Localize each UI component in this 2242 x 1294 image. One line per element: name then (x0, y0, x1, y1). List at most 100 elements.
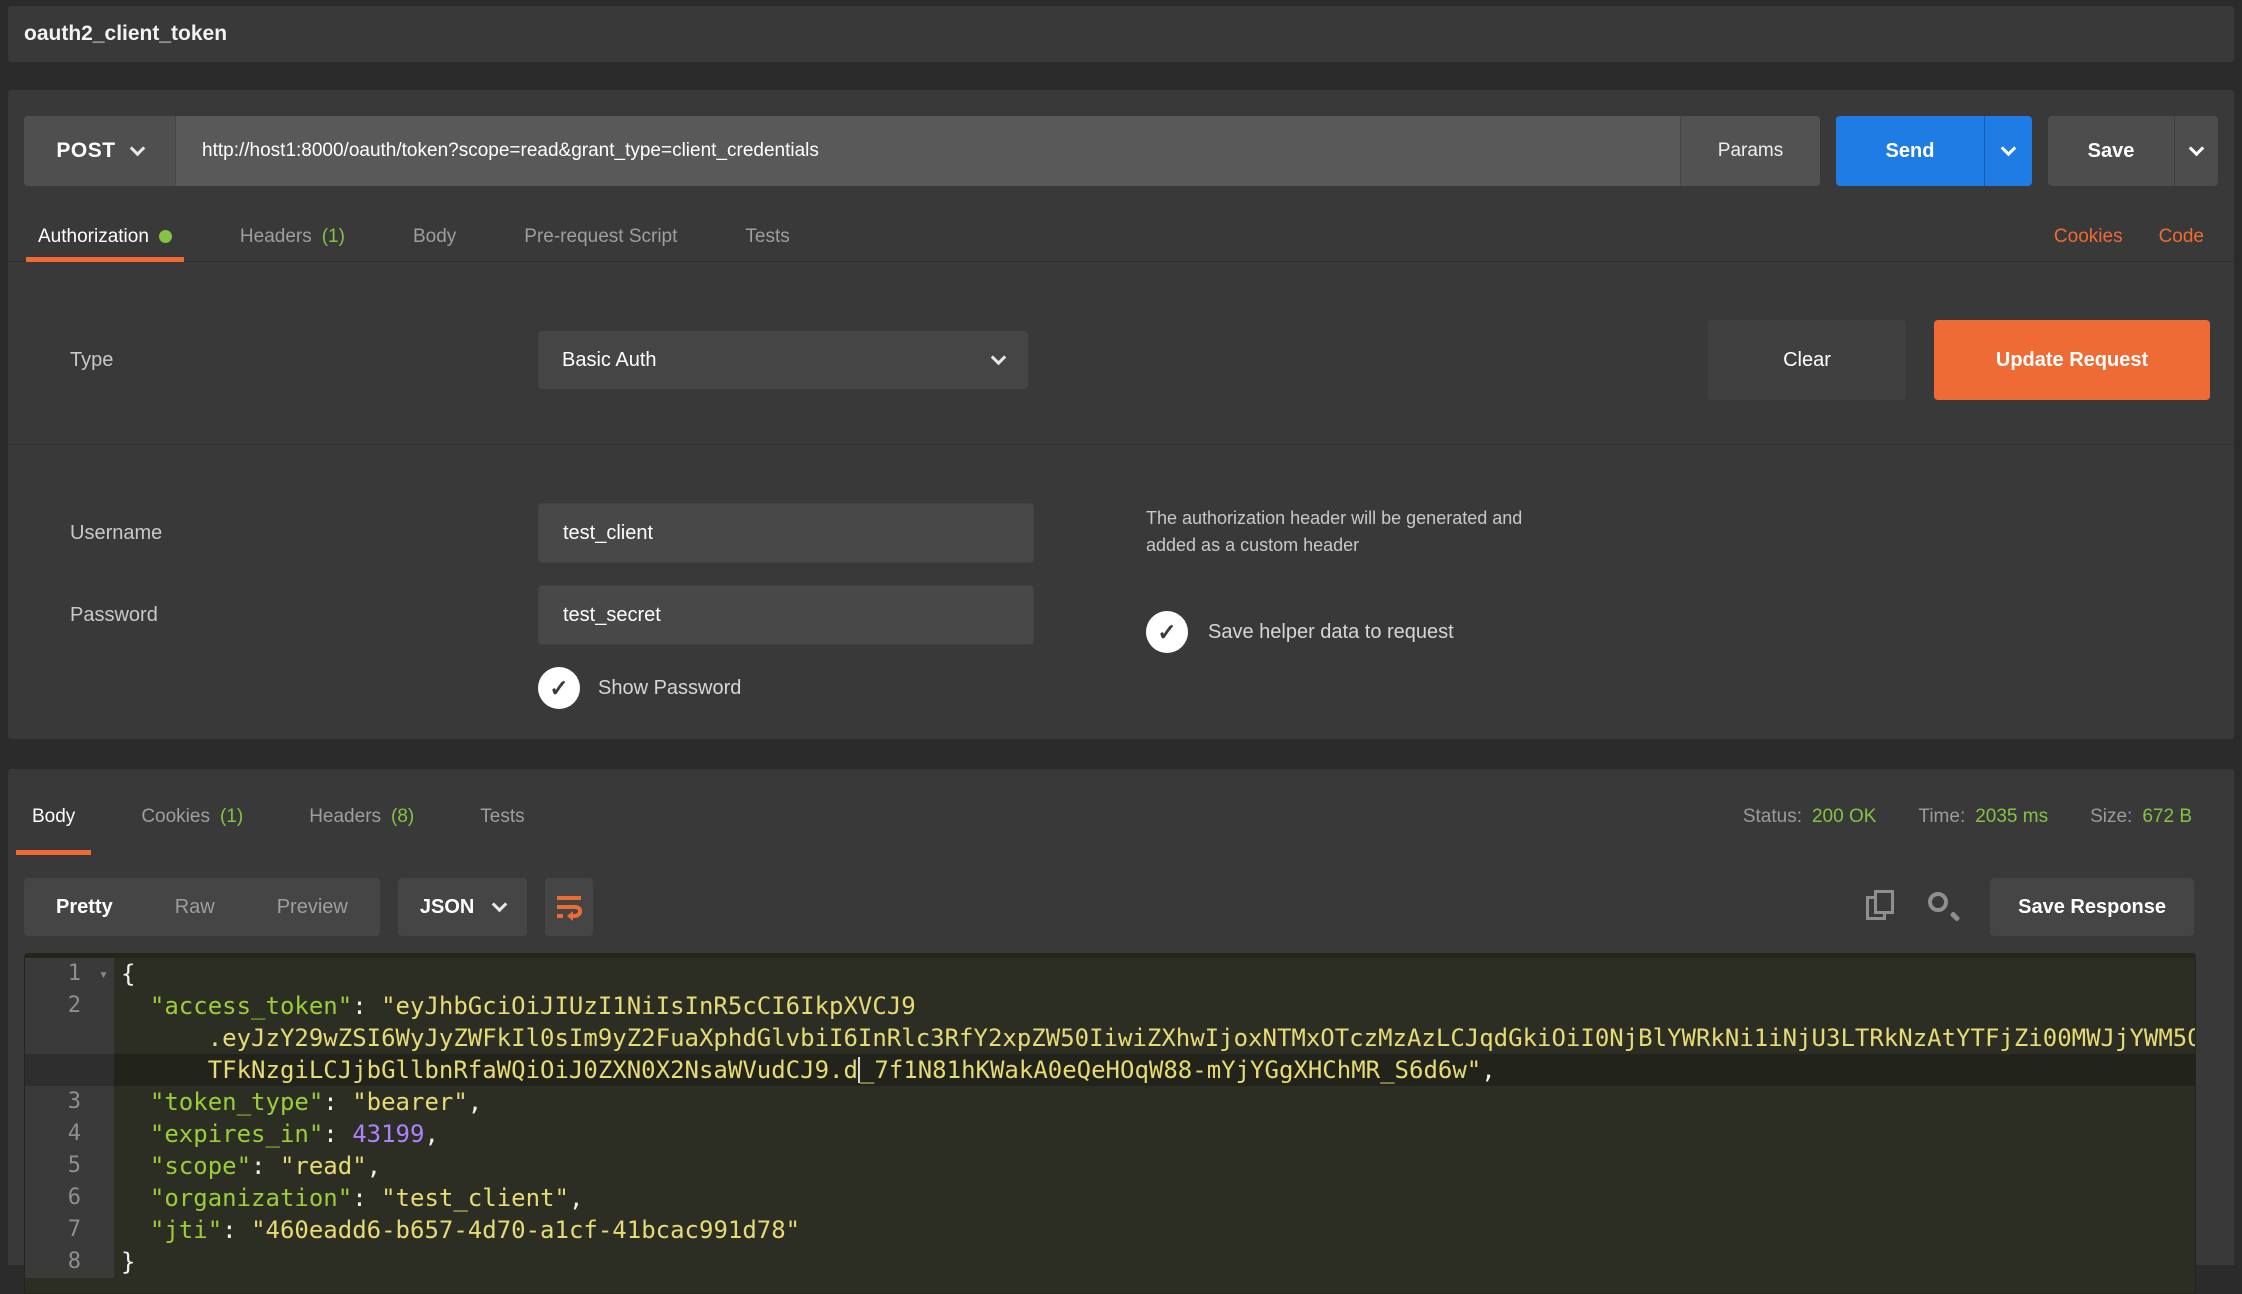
fold-caret-icon[interactable]: ▾ (99, 958, 108, 990)
update-request-button[interactable]: Update Request (1934, 320, 2210, 400)
code-line: 1▾{ (25, 958, 2195, 990)
tab-body[interactable]: Body (407, 212, 462, 261)
save-button-group: Save (2048, 116, 2218, 186)
view-preview-button[interactable]: Preview (277, 896, 348, 919)
chevron-down-icon (2189, 140, 2205, 156)
code-line: 3 "token_type": "bearer", (25, 1086, 2195, 1118)
auth-helper-note: The authorization header will be generat… (1146, 505, 2210, 559)
response-tab-tests[interactable]: Tests (472, 779, 532, 855)
wrap-lines-button[interactable] (545, 878, 593, 936)
code-text: "token_type": "bearer", (114, 1086, 2195, 1118)
line-number: 8 (25, 1246, 114, 1278)
auth-type-select[interactable]: Basic Auth (538, 331, 1028, 389)
line-number (25, 1022, 114, 1054)
tab-headers[interactable]: Headers (1) (234, 212, 351, 261)
send-options-button[interactable] (1984, 116, 2032, 186)
tab-authorization[interactable]: Authorization (32, 212, 178, 261)
code-line: 8} (25, 1246, 2195, 1278)
code-line: 4 "expires_in": 43199, (25, 1118, 2195, 1150)
username-field[interactable] (538, 503, 1034, 563)
request-title-bar: oauth2_client_token (8, 6, 2234, 62)
line-number: 4 (25, 1118, 114, 1150)
code-text: "jti": "460eadd6-b657-4d70-a1cf-41bcac99… (114, 1214, 2195, 1246)
code-line: 2 "access_token": "eyJhbGciOiJIUzI1NiIsI… (25, 990, 2195, 1022)
method-label: POST (56, 139, 115, 163)
code-line: TFkNzgiLCJjbGllbnRfaWQiOiJ0ZXN0X2NsaWVud… (25, 1054, 2195, 1086)
save-helper-label: Save helper data to request (1208, 621, 1454, 644)
save-response-button[interactable]: Save Response (1990, 878, 2194, 936)
line-number (25, 1054, 114, 1086)
code-line: 6 "organization": "test_client", (25, 1182, 2195, 1214)
username-label: Username (24, 522, 538, 545)
show-password-toggle: ✓ Show Password (538, 667, 1064, 709)
code-text: .eyJzY29wZSI6WyJyZWFkIl0sIm9yZ2FuaXphdGl… (114, 1022, 2196, 1054)
wrap-lines-icon (553, 891, 585, 923)
url-row: POST Params Send Save (8, 90, 2234, 186)
auth-type-row: Type Basic Auth Clear Update Request (8, 262, 2234, 444)
search-icon (1926, 890, 1960, 924)
show-password-label: Show Password (598, 677, 741, 700)
chevron-down-icon (129, 140, 145, 156)
params-button[interactable]: Params (1680, 116, 1820, 186)
search-response-button[interactable] (1926, 890, 1960, 924)
code-text: } (114, 1246, 2195, 1278)
url-bar: POST Params (24, 116, 1820, 186)
page-title: oauth2_client_token (24, 22, 227, 46)
code-text: "scope": "read", (114, 1150, 2195, 1182)
status-badge: Status: 200 OK (1743, 806, 1877, 828)
cookies-count-badge: (1) (220, 806, 243, 828)
request-tabs: Authorization Headers (1) Body Pre-reque… (8, 212, 2234, 262)
code-line: 7 "jti": "460eadd6-b657-4d70-a1cf-41bcac… (25, 1214, 2195, 1246)
chevron-down-icon (991, 349, 1007, 365)
line-number: 5 (25, 1150, 114, 1182)
code-line: 5 "scope": "read", (25, 1150, 2195, 1182)
view-raw-button[interactable]: Raw (175, 896, 215, 919)
tab-pre-request-script[interactable]: Pre-request Script (518, 212, 683, 261)
line-number: 7 (25, 1214, 114, 1246)
password-field[interactable] (538, 585, 1034, 645)
line-number: 1▾ (25, 958, 114, 990)
send-button[interactable]: Send (1836, 116, 1984, 186)
response-tab-headers[interactable]: Headers (8) (301, 779, 422, 855)
response-tab-cookies[interactable]: Cookies (1) (133, 779, 251, 855)
copy-icon (1866, 890, 1896, 924)
size-badge: Size: 672 B (2090, 806, 2192, 828)
code-text: "access_token": "eyJhbGciOiJIUzI1NiIsInR… (114, 990, 2195, 1022)
request-panel: POST Params Send Save (8, 90, 2234, 739)
response-view-switch: Pretty Raw Preview (24, 878, 380, 936)
cookies-link[interactable]: Cookies (2054, 226, 2123, 248)
save-options-button[interactable] (2174, 116, 2218, 186)
code-line: .eyJzY29wZSI6WyJyZWFkIl0sIm9yZ2FuaXphdGl… (25, 1022, 2195, 1054)
time-badge: Time: 2035 ms (1918, 806, 2048, 828)
response-toolbar: Pretty Raw Preview JSON (8, 855, 2234, 936)
response-format-select[interactable]: JSON (398, 878, 527, 936)
save-button[interactable]: Save (2048, 116, 2174, 186)
method-dropdown[interactable]: POST (24, 116, 176, 186)
line-number: 3 (25, 1086, 114, 1118)
save-helper-checkbox[interactable]: ✓ (1146, 611, 1188, 653)
code-text: "expires_in": 43199, (114, 1118, 2195, 1150)
code-link[interactable]: Code (2159, 226, 2204, 248)
copy-response-button[interactable] (1866, 890, 1896, 924)
view-pretty-button[interactable]: Pretty (56, 896, 113, 919)
response-headers-count-badge: (8) (391, 806, 414, 828)
show-password-checkbox[interactable]: ✓ (538, 667, 580, 709)
auth-type-value: Basic Auth (562, 349, 657, 372)
code-text: { (114, 958, 2195, 990)
tab-tests[interactable]: Tests (739, 212, 795, 261)
clear-button[interactable]: Clear (1708, 320, 1906, 400)
code-text: TFkNzgiLCJjbGllbnRfaWQiOiJ0ZXN0X2NsaWVud… (114, 1054, 2195, 1086)
send-button-group: Send (1836, 116, 2032, 186)
code-text: "organization": "test_client", (114, 1182, 2195, 1214)
basic-auth-form: Username Password ✓ Show Password The au… (8, 445, 2234, 739)
line-number: 6 (25, 1182, 114, 1214)
headers-count-badge: (1) (322, 226, 345, 248)
password-label: Password (24, 604, 538, 627)
response-panel: Body Cookies (1) Headers (8) Tests Statu… (8, 769, 2234, 1265)
response-tab-body[interactable]: Body (24, 779, 83, 855)
url-input[interactable] (176, 116, 1680, 186)
save-helper-toggle: ✓ Save helper data to request (1146, 611, 2210, 653)
response-meta: Status: 200 OK Time: 2035 ms Size: 672 B (1743, 806, 2192, 828)
response-code[interactable]: 1▾{2 "access_token": "eyJhbGciOiJIUzI1Ni… (24, 953, 2196, 1294)
chevron-down-icon (2001, 140, 2017, 156)
